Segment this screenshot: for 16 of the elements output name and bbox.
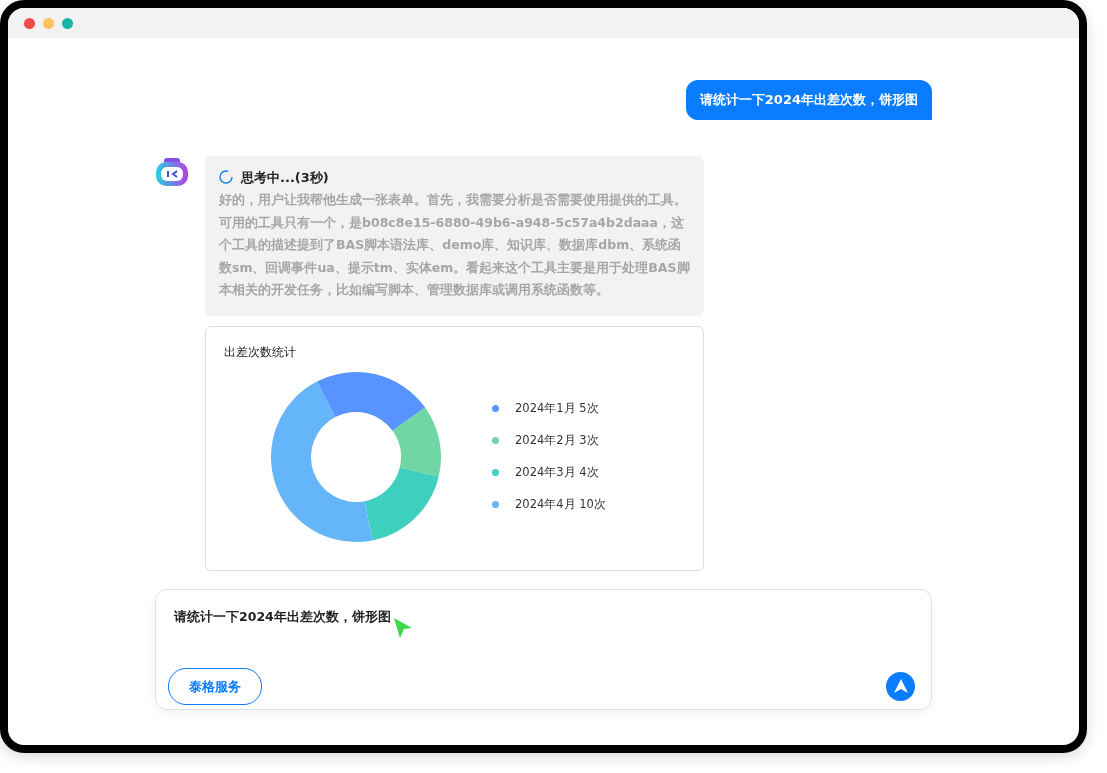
- send-button[interactable]: [886, 671, 915, 701]
- legend-label: 2024年4月 10次: [515, 496, 606, 514]
- legend-label: 2024年2月 3次: [515, 431, 599, 449]
- window-control[interactable]: [24, 17, 35, 29]
- legend-label: 2024年1月 5次: [515, 399, 599, 417]
- send-arrow-icon: [893, 679, 908, 694]
- service-button[interactable]: 泰格服务: [168, 667, 262, 705]
- chart-title: 出差次数统计: [224, 343, 297, 361]
- user-message: 请统计一下2024年出差次数，饼形图: [685, 80, 932, 120]
- thinking-status: 思考中...(3秒): [241, 168, 329, 187]
- cursor-icon: [392, 615, 414, 640]
- legend-label: 2024年3月 4次: [515, 464, 599, 481]
- loading-spinner-icon: [219, 170, 233, 185]
- thinking-text: 好的，用户让我帮他生成一张表单。首先，我需要分析是否需要使用提供的工具。可用的工具只有一个，是b08c8e15-6880-49b6-a948-5c57a4b2daaa，这个工具的描述提到了BAS脚本语法库、demo库、知识库、数据库dbm、系统函数sm、回调事件ua、提示tm、实体em。看起来这个工具主要是用于处理BAS脚本相关的开发任务，比如编写脚本、管理数据库或调用系统函数等。: [219, 191, 690, 299]
- window-control[interactable]: [62, 17, 73, 29]
- robot-avatar-icon: [155, 157, 189, 188]
